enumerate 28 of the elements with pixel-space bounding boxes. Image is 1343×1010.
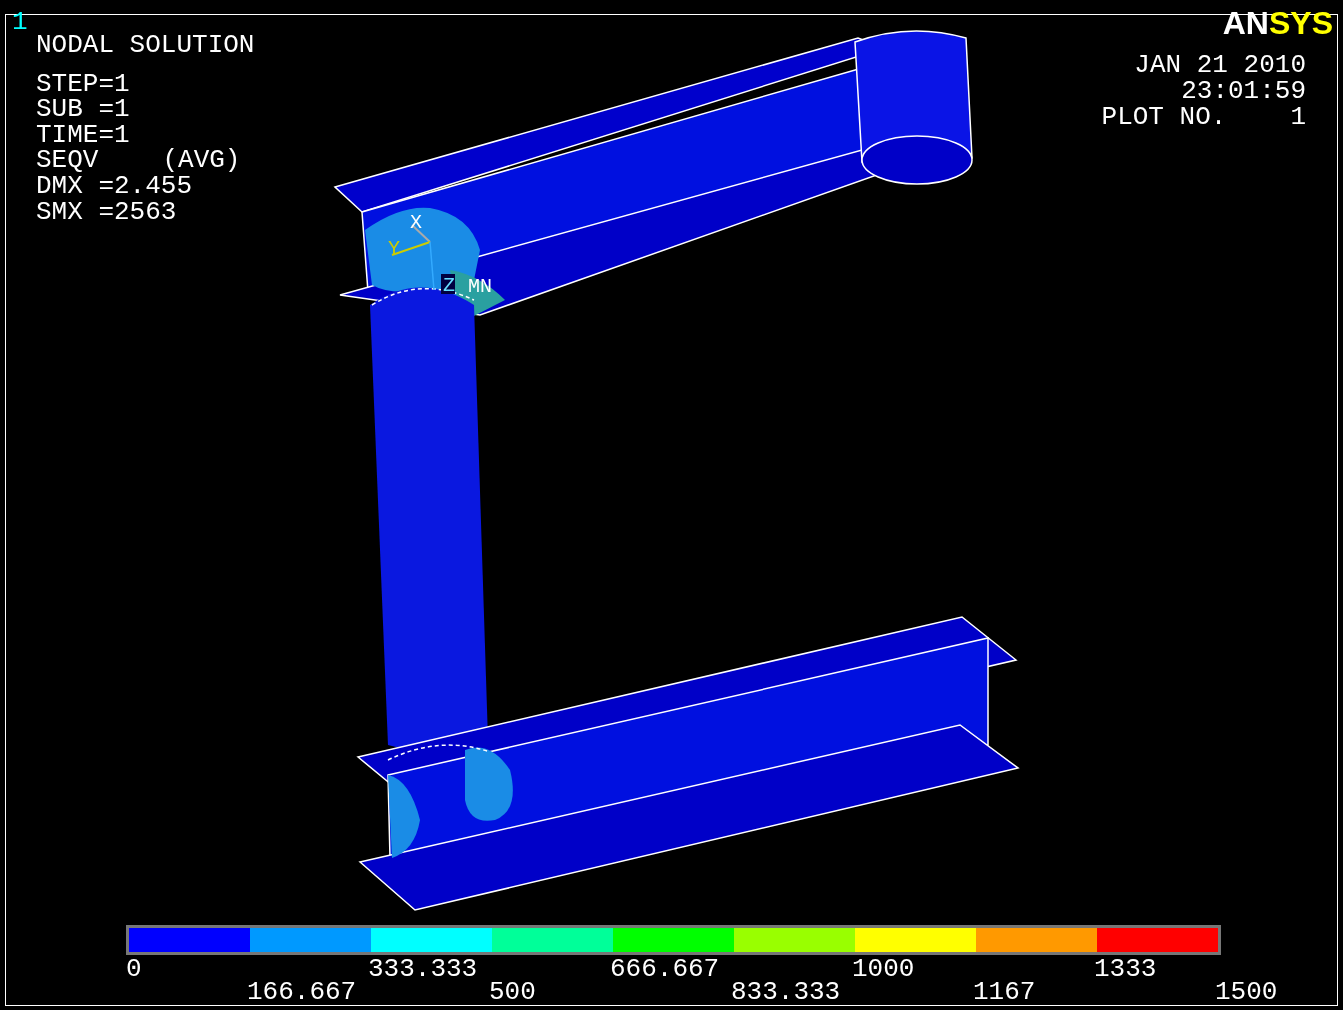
legend-value: 833.333 (731, 980, 841, 1004)
solution-info: STEP=1 (36, 71, 131, 98)
window-number: 1 (12, 8, 28, 36)
result-qualifier: (AVG) (162, 148, 241, 174)
solution-info: SUB =1 (36, 97, 131, 123)
legend-value: 166.667 (247, 980, 357, 1004)
result-label: SEQV (36, 148, 99, 174)
solution-info: SMX =2563 (36, 199, 178, 226)
legend-value: 0 (126, 957, 142, 981)
axis-label: Y (388, 237, 400, 260)
min-marker-label: MN (468, 275, 492, 298)
logo: ANSYS (1222, 6, 1333, 40)
solution-info: TIME=1 (36, 122, 131, 149)
axis-label: Z (443, 274, 455, 297)
axis-label: X (410, 211, 422, 234)
plot-title: NODAL SOLUTION (36, 33, 255, 59)
legend-value: 1000 (852, 957, 915, 981)
legend-value: 1333 (1094, 957, 1157, 981)
legend-value: 1167 (973, 980, 1036, 1004)
plot-date: JAN 21 2010 (1134, 52, 1306, 78)
legend-value: 333.333 (368, 957, 478, 981)
legend-value: 1500 (1215, 980, 1278, 1004)
solution-info: DMX =2.455 (36, 173, 193, 200)
legend-value: 500 (489, 980, 536, 1004)
plot-time: 23:01:59 (1181, 78, 1306, 104)
plot-number: 1 (1290, 104, 1306, 130)
legend-value: 666.667 (610, 957, 720, 981)
plot-number-label: PLOT NO. (1101, 104, 1227, 130)
